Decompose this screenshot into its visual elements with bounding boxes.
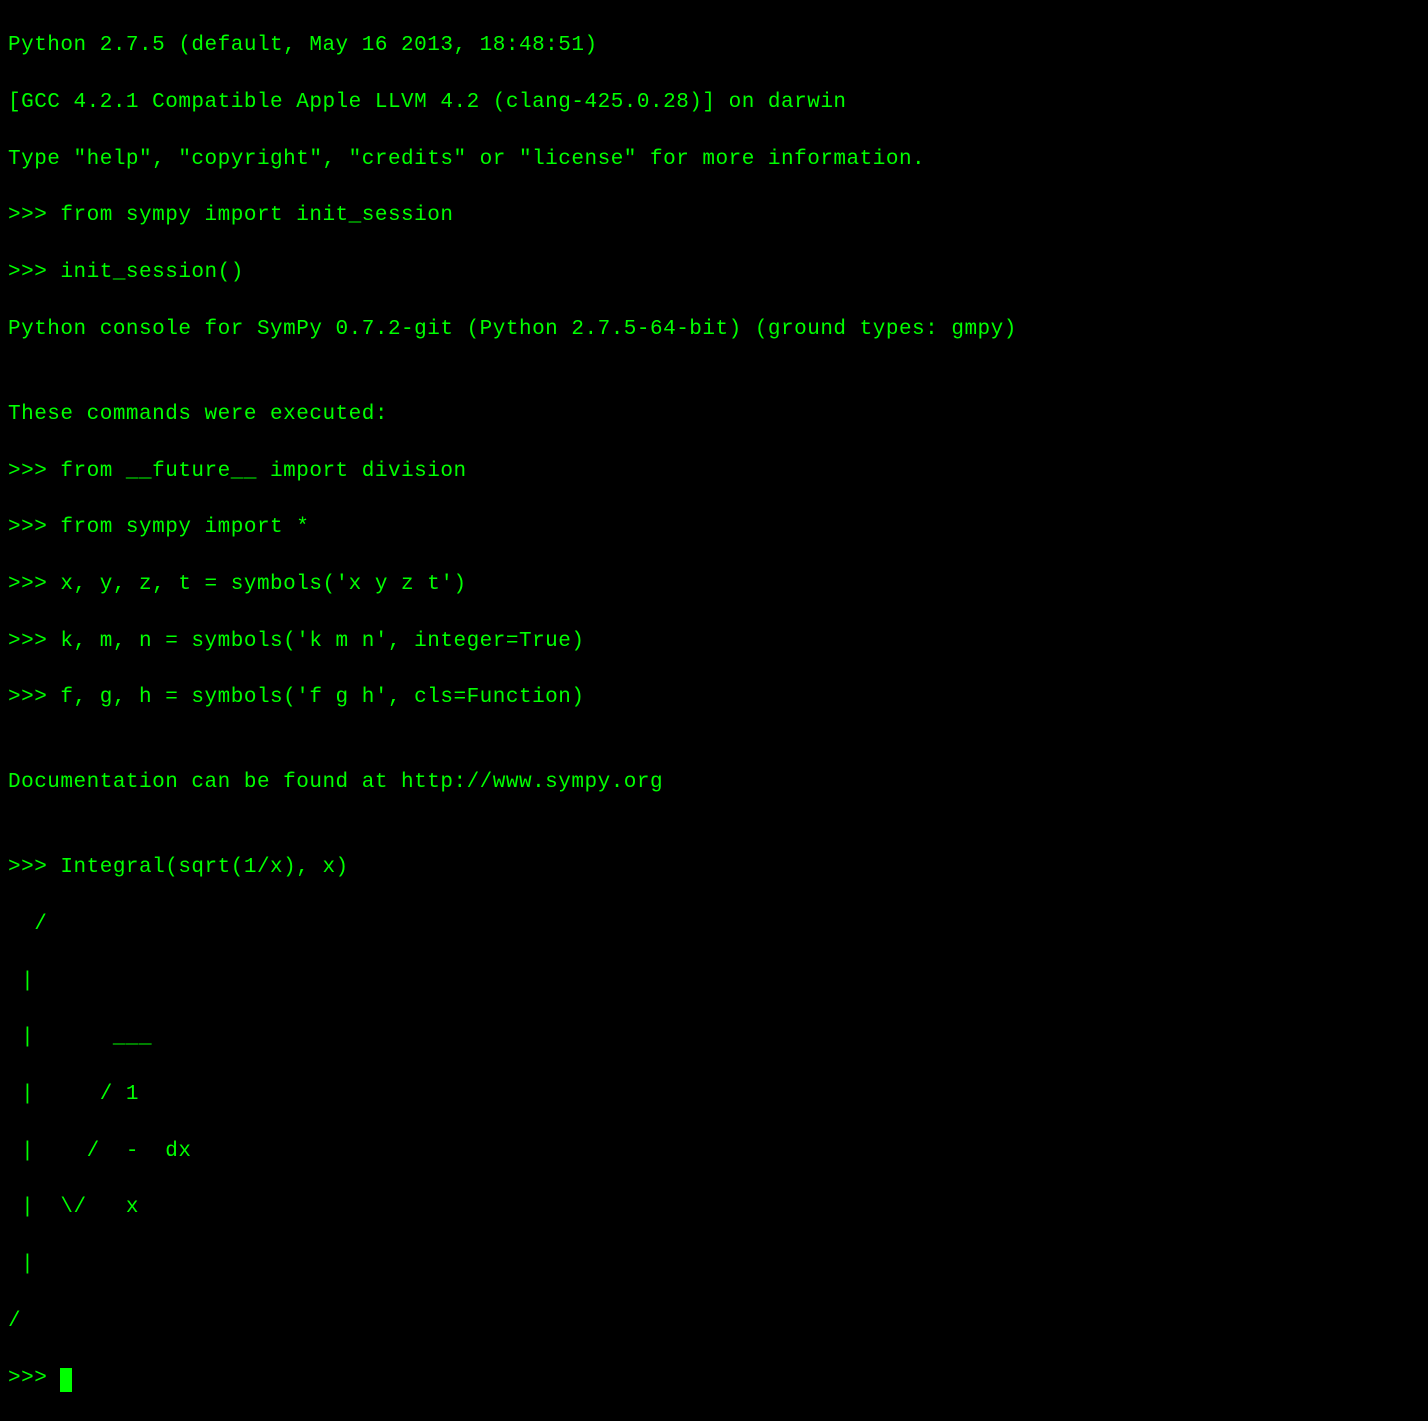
terminal-line: >>> from __future__ import division (8, 458, 1420, 486)
cursor-icon (60, 1368, 72, 1392)
terminal-line: | (8, 968, 1420, 996)
terminal-line: [GCC 4.2.1 Compatible Apple LLVM 4.2 (cl… (8, 89, 1420, 117)
terminal-line: / (8, 911, 1420, 939)
terminal-line: Documentation can be found at http://www… (8, 769, 1420, 797)
terminal-line: >>> Integral(sqrt(1/x), x) (8, 854, 1420, 882)
terminal-line: | \/ x (8, 1194, 1420, 1222)
terminal-line: Python 2.7.5 (default, May 16 2013, 18:4… (8, 32, 1420, 60)
terminal-line: >>> f, g, h = symbols('f g h', cls=Funct… (8, 684, 1420, 712)
terminal-line: >>> k, m, n = symbols('k m n', integer=T… (8, 628, 1420, 656)
terminal-line: Type "help", "copyright", "credits" or "… (8, 146, 1420, 174)
terminal-line: | / - dx (8, 1138, 1420, 1166)
terminal-line: Python console for SymPy 0.7.2-git (Pyth… (8, 316, 1420, 344)
terminal-line: / (8, 1308, 1420, 1336)
terminal-line: | / 1 (8, 1081, 1420, 1109)
terminal-line: >>> x, y, z, t = symbols('x y z t') (8, 571, 1420, 599)
terminal-line: >>> init_session() (8, 259, 1420, 287)
terminal-line: These commands were executed: (8, 401, 1420, 429)
terminal-line: >>> from sympy import init_session (8, 202, 1420, 230)
terminal-line: | ___ (8, 1024, 1420, 1052)
prompt-text: >>> (8, 1367, 60, 1390)
terminal-line: | (8, 1251, 1420, 1279)
terminal-prompt-line[interactable]: >>> (8, 1365, 1420, 1393)
terminal-line: >>> from sympy import * (8, 514, 1420, 542)
terminal-output[interactable]: Python 2.7.5 (default, May 16 2013, 18:4… (8, 4, 1420, 1421)
